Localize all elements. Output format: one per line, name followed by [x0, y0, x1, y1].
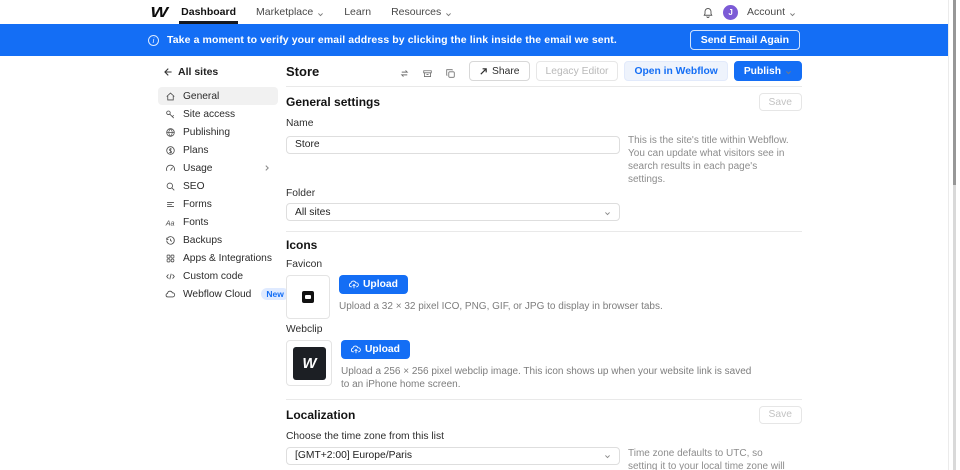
section-title: Icons [286, 238, 317, 252]
scrollbar-thumb[interactable] [953, 0, 956, 185]
section-divider [286, 231, 802, 232]
legacy-editor-button[interactable]: Legacy Editor [536, 61, 619, 81]
content-right-border [948, 0, 949, 470]
info-icon: i [148, 35, 159, 46]
chevron-right-icon [263, 164, 271, 172]
send-email-again-button[interactable]: Send Email Again [690, 30, 800, 50]
save-button[interactable]: Save [759, 93, 802, 111]
fonts-icon: Aa [165, 217, 176, 228]
share-arrow-icon [479, 67, 488, 76]
history-icon [165, 235, 176, 246]
key-icon [165, 109, 176, 120]
nav-item[interactable]: Dashboard [181, 0, 236, 24]
sidebar-item[interactable]: Usage [158, 159, 278, 177]
favicon-row: Upload Upload a 32 × 32 pixel ICO, PNG, … [286, 275, 802, 319]
home-icon [165, 91, 176, 102]
general-settings-header: General settings Save [286, 93, 802, 111]
webclip-upload-button[interactable]: Upload [341, 340, 410, 359]
sidebar-item[interactable]: General [158, 87, 278, 105]
cloud-icon [165, 289, 176, 300]
section-title: General settings [286, 95, 380, 109]
icons-header: Icons [286, 238, 802, 252]
publish-button[interactable]: Publish [734, 61, 802, 81]
chevron-down-icon [604, 452, 611, 459]
favicon-upload-button[interactable]: Upload [339, 275, 408, 294]
section-divider [286, 399, 802, 400]
publish-icon [165, 127, 176, 138]
sidebar-item[interactable]: Aa Fonts [158, 213, 278, 231]
sidebar-menu: General Site access Publishing [158, 87, 278, 303]
sidebar-item[interactable]: SEO [158, 177, 278, 195]
webflow-webclip-icon: W [293, 347, 326, 380]
top-nav: W Dashboard Marketplace Learn [0, 0, 948, 24]
sidebar-item[interactable]: Plans [158, 141, 278, 159]
save-button[interactable]: Save [759, 406, 802, 424]
timezone-help-text: Time zone defaults to UTC, so setting it… [628, 447, 792, 470]
sidebar-item[interactable]: Site access [158, 105, 278, 123]
webflow-site-settings-page: W Dashboard Marketplace Learn [0, 0, 960, 470]
localization-header: Localization Save [286, 406, 802, 424]
sidebar-item[interactable]: Apps & Integrations [158, 249, 278, 267]
favicon-label: Favicon [286, 259, 802, 271]
nav-item[interactable]: Marketplace [256, 0, 324, 24]
chevron-down-icon [785, 68, 792, 75]
timezone-label: Choose the time zone from this list [286, 431, 802, 443]
duplicate-site-icon[interactable] [445, 66, 456, 77]
gauge-icon [165, 163, 176, 174]
sidebar-item[interactable]: Publishing [158, 123, 278, 141]
nav-item[interactable]: Learn [344, 0, 371, 24]
code-icon [165, 271, 176, 282]
nav-item[interactable]: Resources [391, 0, 452, 24]
account-menu[interactable]: Account [747, 6, 796, 18]
verify-email-banner: i Take a moment to verify your email add… [0, 24, 948, 56]
apps-icon [165, 253, 176, 264]
notifications-bell-icon[interactable] [702, 6, 714, 18]
plans-icon [165, 145, 176, 156]
webclip-label: Webclip [286, 324, 802, 336]
section-title: Localization [286, 408, 355, 422]
name-help-text: This is the site's title within Webflow.… [628, 134, 792, 186]
back-arrow-icon [162, 67, 172, 77]
upload-cloud-icon [351, 345, 361, 355]
forms-icon [165, 199, 176, 210]
name-label: Name [286, 118, 802, 130]
sidebar-item[interactable]: Webflow Cloud New [158, 285, 278, 303]
folder-label: Folder [286, 188, 802, 200]
webclip-preview: W [286, 340, 332, 386]
open-in-webflow-button[interactable]: Open in Webflow [624, 61, 727, 81]
webflow-logo-icon[interactable]: W [150, 4, 166, 21]
avatar[interactable]: J [723, 5, 738, 20]
upload-cloud-icon [349, 280, 359, 290]
banner-message: Take a moment to verify your email addre… [167, 34, 617, 46]
back-to-all-sites[interactable]: All sites [158, 60, 278, 82]
main-nav: Dashboard Marketplace Learn Reso [181, 0, 452, 24]
webclip-row: W Upload Upload a 256 × 256 pixel webcli… [286, 340, 802, 391]
share-button[interactable]: Share [469, 61, 529, 81]
settings-sidebar: All sites General Site access [158, 60, 278, 470]
site-name-input[interactable] [286, 136, 620, 154]
main-panel: Store Share Legacy Editor Open in Webflo… [286, 60, 802, 470]
chevron-down-icon [604, 209, 611, 216]
svg-text:Aa: Aa [165, 218, 175, 227]
new-badge: New [261, 288, 288, 300]
webclip-help-text: Upload a 256 × 256 pixel webclip image. … [341, 365, 761, 391]
default-favicon-icon [302, 291, 314, 303]
header-divider [286, 86, 802, 87]
favicon-preview [286, 275, 330, 319]
sidebar-item[interactable]: Custom code [158, 267, 278, 285]
archive-site-icon[interactable] [422, 66, 433, 77]
page-title: Store [286, 64, 319, 79]
timezone-select[interactable]: [GMT+2:00] Europe/Paris [286, 447, 620, 465]
chevron-down-icon [445, 9, 452, 16]
site-header: Store Share Legacy Editor Open in Webflo… [286, 60, 802, 82]
folder-select[interactable]: All sites [286, 203, 620, 221]
favicon-help-text: Upload a 32 × 32 pixel ICO, PNG, GIF, or… [339, 300, 663, 313]
sidebar-item[interactable]: Backups [158, 231, 278, 249]
transfer-site-icon[interactable] [399, 66, 410, 77]
sidebar-item[interactable]: Forms [158, 195, 278, 213]
chevron-down-icon [317, 9, 324, 16]
search-icon [165, 181, 176, 192]
chevron-down-icon [789, 9, 796, 16]
